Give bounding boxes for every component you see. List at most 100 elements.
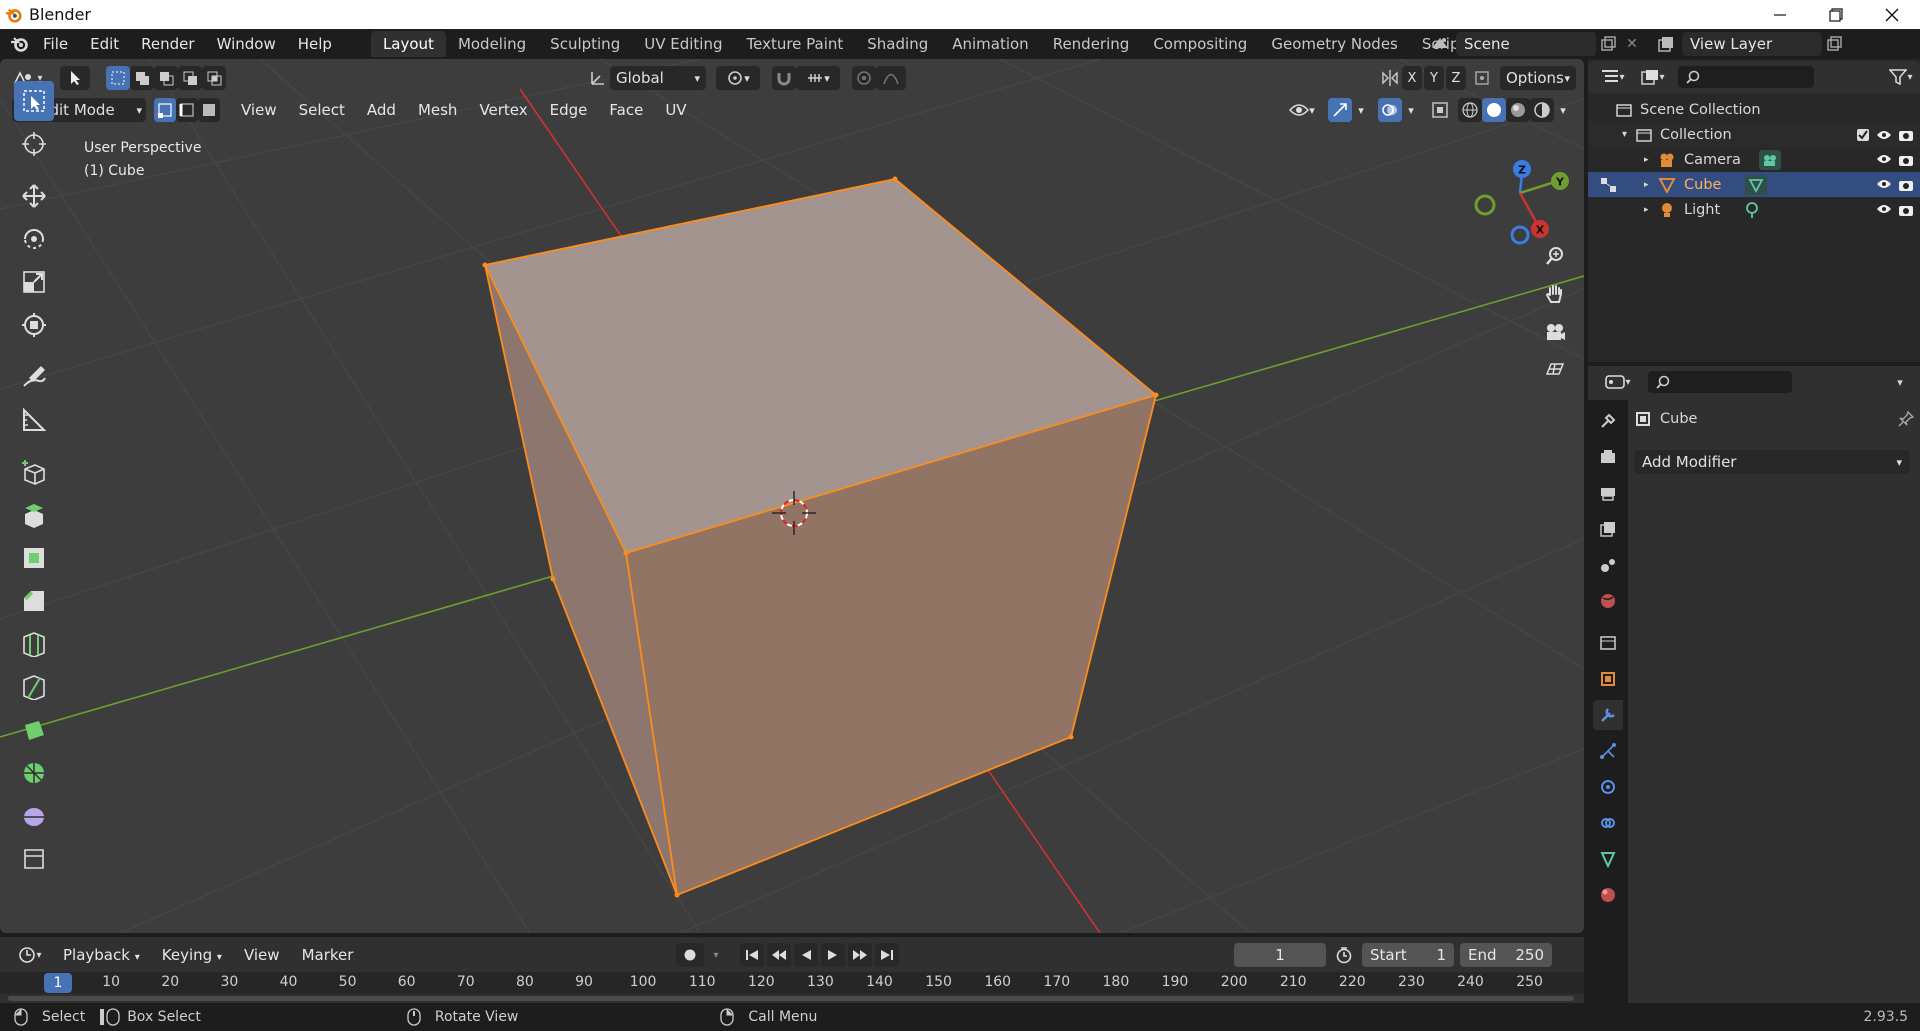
auto-merge-icon[interactable] [1470, 66, 1494, 90]
tab-layout[interactable]: Layout [370, 31, 446, 57]
edge-select-mode-button[interactable] [176, 98, 198, 122]
vertex-select-mode-button[interactable] [154, 98, 176, 122]
material-icon[interactable] [1593, 880, 1623, 910]
eye-icon[interactable] [1876, 178, 1892, 190]
tab-uv-editing[interactable]: UV Editing [632, 31, 734, 57]
pin-icon[interactable] [1898, 411, 1914, 427]
tab-animation[interactable]: Animation [940, 31, 1040, 57]
viewport-menu-face[interactable]: Face [598, 101, 654, 119]
tool-extrude[interactable] [14, 495, 54, 535]
tool-smooth[interactable] [14, 796, 54, 836]
tree-item-collection[interactable]: ▾ Collection [1588, 122, 1920, 147]
tool-select-box[interactable] [14, 81, 54, 121]
vertex[interactable] [892, 176, 898, 182]
tool-loop-cut[interactable] [14, 624, 54, 664]
viewport-menu-mesh[interactable]: Mesh [407, 101, 469, 119]
tool-scale[interactable] [14, 262, 54, 302]
tool-bevel[interactable] [14, 581, 54, 621]
viewport-menu-edge[interactable]: Edge [539, 101, 599, 119]
camera-render-icon[interactable] [1898, 153, 1914, 167]
shading-dropdown[interactable]: ▾ [1554, 98, 1572, 122]
particles-icon[interactable] [1593, 736, 1623, 766]
options-dropdown[interactable]: Options ▾ [1500, 66, 1576, 90]
blender-menu-icon[interactable] [8, 32, 32, 56]
visibility-dropdown[interactable]: ▾ [1282, 98, 1322, 122]
menu-edit[interactable]: Edit [79, 35, 130, 53]
proportional-editing-toggle[interactable] [852, 66, 876, 90]
tool-measure[interactable] [14, 400, 54, 440]
timeline-editor-type-icon[interactable]: ▾ [12, 943, 48, 967]
camera-render-icon[interactable] [1898, 178, 1914, 192]
menu-render[interactable]: Render [130, 35, 205, 53]
gizmo-neg-x[interactable] [1510, 225, 1530, 245]
properties-options-icon[interactable]: ▾ [1888, 370, 1912, 394]
tool-transform[interactable] [14, 305, 54, 345]
tool-edge-slide[interactable] [14, 839, 54, 879]
eye-icon[interactable] [1876, 153, 1892, 165]
object-icon[interactable] [1593, 664, 1623, 694]
zoom-icon[interactable] [1540, 241, 1570, 271]
overlays-toggle[interactable] [1378, 98, 1402, 122]
camera-view-icon[interactable] [1540, 317, 1570, 347]
expand-arrow-icon[interactable]: ▸ [1644, 155, 1658, 165]
light-data-icon[interactable] [1744, 201, 1760, 219]
xray-toggle[interactable] [1428, 98, 1452, 122]
tree-item-cube[interactable]: ▸ Cube [1588, 172, 1920, 197]
edit-mode-toggle-icon[interactable] [1600, 177, 1618, 193]
tool-poly-build[interactable] [14, 710, 54, 750]
tab-shading[interactable]: Shading [855, 31, 940, 57]
keying-options-dropdown[interactable]: ▾ [708, 943, 724, 967]
camera-render-icon[interactable] [1898, 203, 1914, 217]
tab-geometry-nodes[interactable]: Geometry Nodes [1259, 31, 1410, 57]
viewport-menu-vertex[interactable]: Vertex [468, 101, 538, 119]
tab-modeling[interactable]: Modeling [446, 31, 538, 57]
solid-shading-button[interactable] [1482, 98, 1506, 122]
properties-editor-type-icon[interactable]: ▾ [1600, 370, 1636, 394]
rendered-shading-button[interactable] [1530, 98, 1554, 122]
mirror-y-toggle[interactable]: Y [1424, 66, 1444, 90]
scene-icon[interactable] [1593, 550, 1623, 580]
add-modifier-dropdown[interactable]: Add Modifier ▾ [1634, 450, 1910, 474]
tool-add-cube[interactable] [14, 452, 54, 492]
eye-icon[interactable] [1876, 203, 1892, 215]
view-layer-icon[interactable] [1593, 514, 1623, 544]
play-reverse-button[interactable] [794, 943, 818, 967]
physics-icon[interactable] [1593, 772, 1623, 802]
viewport-menu-uv[interactable]: UV [654, 101, 697, 119]
start-frame-field[interactable]: Start 1 [1362, 943, 1454, 967]
view-layer-field[interactable]: View Layer [1682, 32, 1822, 56]
new-scene-icon[interactable] [1596, 32, 1620, 56]
viewport-scene[interactable]: Z Y X [0, 59, 1584, 933]
snap-toggle[interactable] [772, 66, 796, 90]
select-tool-mode-button[interactable] [60, 66, 90, 90]
vertex[interactable] [1068, 734, 1074, 740]
collection-icon[interactable] [1593, 628, 1623, 658]
tool-icon[interactable] [1593, 406, 1623, 436]
outliner-editor-type-icon[interactable]: ▾ [1596, 65, 1630, 89]
tool-rotate[interactable] [14, 219, 54, 259]
tab-rendering[interactable]: Rendering [1041, 31, 1142, 57]
tool-move[interactable] [14, 176, 54, 216]
preview-range-icon[interactable] [1332, 943, 1356, 967]
cube-mesh[interactable] [482, 176, 1159, 898]
select-extend-button[interactable] [130, 66, 154, 90]
pivot-point-dropdown[interactable]: ▾ [716, 66, 760, 90]
playhead[interactable]: 1 [44, 973, 72, 993]
wireframe-shading-button[interactable] [1458, 98, 1482, 122]
expand-arrow-icon[interactable]: ▸ [1644, 180, 1658, 190]
vertex[interactable] [550, 576, 556, 582]
gizmo-neg-y[interactable] [1474, 194, 1496, 216]
timeline-menu-playback[interactable]: Playback ▾ [52, 946, 151, 964]
mirror-z-toggle[interactable]: Z [1446, 66, 1466, 90]
auto-keying-toggle[interactable] [676, 943, 704, 967]
ortho-grid-icon[interactable] [1540, 355, 1570, 385]
tab-compositing[interactable]: Compositing [1141, 31, 1259, 57]
viewport-menu-add[interactable]: Add [356, 101, 407, 119]
tree-item-light[interactable]: ▸ Light [1588, 197, 1920, 222]
gizmo-toggle[interactable] [1328, 98, 1352, 122]
display-mode-icon[interactable]: ▾ [1636, 65, 1670, 89]
tree-item-camera[interactable]: ▸ Camera [1588, 147, 1920, 172]
mesh-data-icon[interactable] [1745, 174, 1768, 195]
play-button[interactable] [821, 943, 845, 967]
current-frame-field[interactable]: 1 [1234, 943, 1326, 967]
